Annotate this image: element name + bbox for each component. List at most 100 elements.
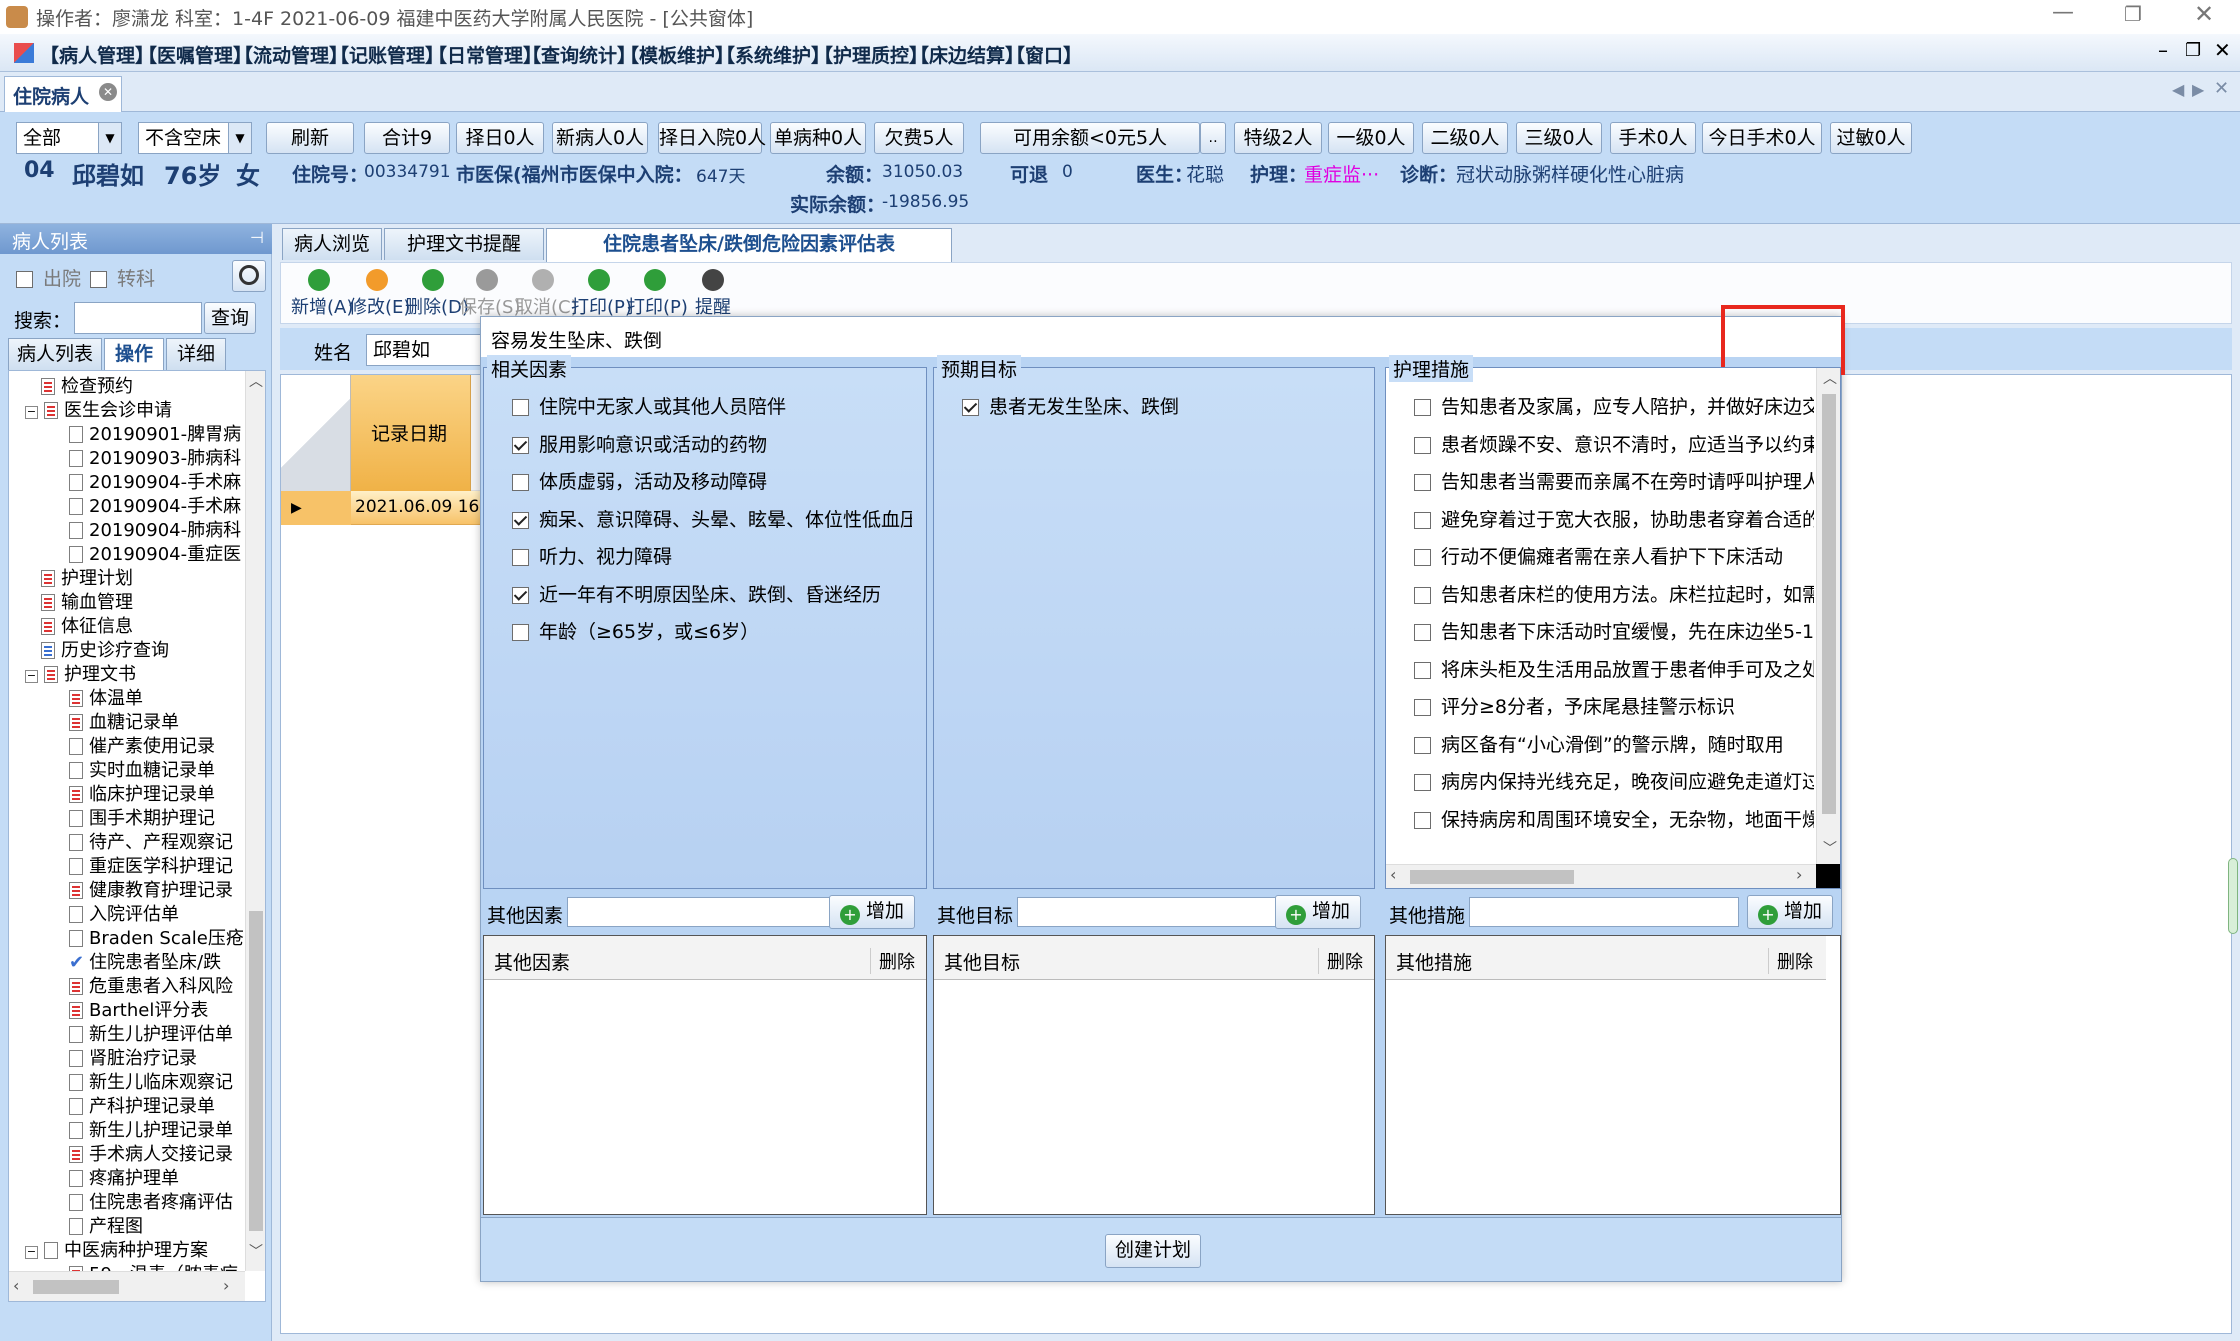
checklist-item[interactable]: 将床头柜及生活用品放置于患者伸手可及之处 — [1414, 655, 1814, 682]
tree-item[interactable]: 健康教育护理记录 — [69, 879, 233, 903]
checklist-item[interactable]: 告知患者当需要而亲属不在旁时请呼叫护理人员 — [1414, 467, 1814, 494]
tree-item[interactable]: 检查预约 — [41, 375, 133, 399]
tree-item[interactable]: 围手术期护理记 — [69, 807, 215, 831]
stat-button[interactable]: 过敏0人 — [1830, 122, 1912, 154]
scroll-right-icon[interactable]: › — [1796, 865, 1802, 884]
tree-item[interactable]: 20190904-肺病科 — [69, 519, 241, 543]
checkbox[interactable] — [962, 399, 979, 416]
tab-prev-icon[interactable]: ◀ — [2172, 80, 2184, 99]
checkbox[interactable] — [512, 436, 529, 454]
tree-item[interactable]: 重症医学科护理记 — [69, 855, 233, 879]
search-button[interactable]: 查询 — [204, 302, 256, 334]
tree-item[interactable]: 临床护理记录单 — [69, 783, 215, 807]
stat-button[interactable]: 三级0人 — [1516, 122, 1602, 154]
stat-button[interactable]: 今日手术0人 — [1702, 122, 1822, 154]
scroll-down-icon[interactable]: ﹀ — [1823, 838, 1837, 858]
checklist-item[interactable]: 病房内保持光线充足，晚夜间应避免走道灯过暗 — [1414, 767, 1814, 794]
toolbar-button[interactable]: 修改(E) — [349, 269, 410, 319]
tree-item[interactable]: 住院患者疼痛评估 — [69, 1191, 233, 1215]
checklist-item[interactable]: 患者无发生坠床、跌倒 — [962, 392, 1362, 419]
tree-item[interactable]: − 医生会诊申请 — [25, 399, 172, 423]
stat-button[interactable]: 欠费5人 — [874, 122, 964, 154]
tree-item[interactable]: ✔ 住院患者坠床/跌 — [69, 951, 221, 975]
mdi-minimize-icon[interactable]: – — [2158, 38, 2168, 62]
tab-inpatients[interactable]: 住院病人 ✕ — [4, 76, 122, 112]
tree-vscroll[interactable]: ︿ ﹀ — [245, 371, 265, 1271]
menu-item[interactable]: 【系统维护】 — [716, 41, 830, 68]
checklist-item[interactable]: 听力、视力障碍 — [512, 542, 912, 569]
scroll-right-icon[interactable]: › — [223, 1276, 229, 1295]
measures-vscroll[interactable]: ︿ ﹀ — [1816, 368, 1840, 864]
tree-item[interactable]: 20190901-脾胃病 — [69, 423, 241, 447]
toolbar-button[interactable]: 提醒 — [685, 269, 741, 319]
measures-vscroll-thumb[interactable] — [1822, 394, 1836, 814]
other-goals-input[interactable] — [1017, 897, 1281, 927]
tab-next-icon[interactable]: ▶ — [2192, 80, 2204, 99]
name-input[interactable]: 邱碧如 — [366, 334, 486, 366]
stat-button[interactable]: 新病人0人 — [552, 122, 648, 154]
tree-expand-icon[interactable]: − — [25, 1246, 38, 1259]
scroll-down-icon[interactable]: ﹀ — [249, 1241, 263, 1261]
tree-item[interactable]: 体征信息 — [41, 615, 133, 639]
checklist-item[interactable]: 年龄（≥65岁，或≤6岁） — [512, 617, 912, 644]
restore-icon[interactable]: ❐ — [2124, 2, 2142, 26]
checkbox[interactable] — [512, 399, 529, 416]
tab-fall-risk-assessment[interactable]: 住院患者坠床/跌倒危险因素评估表 — [546, 228, 952, 262]
tab-strip-close-icon[interactable]: ✕ — [2214, 78, 2229, 99]
tree-item[interactable]: Braden Scale压疮 — [69, 927, 244, 951]
tree-item[interactable]: − 护理文书 — [25, 663, 136, 687]
splitter-handle[interactable] — [2228, 858, 2238, 934]
checklist-item[interactable]: 近一年有不明原因坠床、跌倒、昏迷经历 — [512, 580, 912, 607]
tree-item[interactable]: 历史诊疗查询 — [41, 639, 169, 663]
bed-filter-select[interactable]: 不含空床 ▼ — [138, 122, 252, 154]
scroll-left-icon[interactable]: ‹ — [13, 1276, 19, 1295]
left-search-toggle[interactable] — [232, 260, 266, 292]
tree-item[interactable]: 实时血糖记录单 — [69, 759, 215, 783]
add-measure-button[interactable]: + 增加 — [1747, 895, 1833, 929]
tree-item[interactable]: 新生儿护理记录单 — [69, 1119, 233, 1143]
checklist-item[interactable]: 评分≥8分者，予床尾悬挂警示标识 — [1414, 692, 1814, 719]
menu-item[interactable]: 【窗口】 — [1006, 41, 1082, 68]
tree-item[interactable]: 疼痛护理单 — [69, 1167, 179, 1191]
mdi-restore-icon[interactable]: ❐ — [2185, 40, 2201, 61]
more-button[interactable]: ‥ — [1200, 122, 1226, 154]
checklist-item[interactable]: 住院中无家人或其他人员陪伴 — [512, 392, 912, 419]
tree-vscroll-thumb[interactable] — [249, 911, 263, 1231]
other-factors-input[interactable] — [567, 897, 837, 927]
pin-icon[interactable]: ⊣ — [250, 228, 264, 247]
transfer-checkbox[interactable]: 转科 — [90, 264, 155, 291]
stat-button[interactable]: 合计9 — [364, 122, 450, 154]
tree-item[interactable]: 体温单 — [69, 687, 143, 711]
tab-nursing-reminder[interactable]: 护理文书提醒 — [384, 228, 544, 260]
tree-item[interactable]: 20190904-手术麻 — [69, 495, 241, 519]
scroll-up-icon[interactable]: ︿ — [1823, 368, 1837, 388]
tree-item[interactable]: 血糖记录单 — [69, 711, 179, 735]
tree-item[interactable]: 20190904-重症医 — [69, 543, 241, 567]
stat-button[interactable]: 刷新 — [266, 122, 354, 154]
stat-button[interactable]: 单病种0人 — [770, 122, 866, 154]
tree-item[interactable]: 产科护理记录单 — [69, 1095, 215, 1119]
tree-expand-icon[interactable]: − — [25, 670, 38, 683]
checkbox[interactable] — [1414, 699, 1431, 716]
stat-button[interactable]: 择日入院0人 — [658, 122, 766, 154]
tree-hscroll[interactable]: ‹ › — [9, 1271, 245, 1301]
checkbox[interactable] — [1414, 661, 1431, 679]
tree-item[interactable]: 危重患者入科风险 — [69, 975, 233, 999]
tree-item[interactable]: 新生儿临床观察记 — [69, 1071, 233, 1095]
menu-item[interactable]: 【病人管理】 — [40, 41, 154, 68]
checkbox[interactable] — [1414, 549, 1431, 566]
stat-button[interactable]: 二级0人 — [1422, 122, 1508, 154]
add-factor-button[interactable]: + 增加 — [829, 895, 915, 929]
tab-close-icon[interactable]: ✕ — [99, 83, 117, 101]
tree-item[interactable]: 入院评估单 — [69, 903, 179, 927]
checklist-item[interactable]: 保持病房和周围环境安全，无杂物，地面干燥避 — [1414, 805, 1814, 832]
menu-app-icon[interactable] — [14, 43, 34, 63]
checkbox[interactable] — [1414, 436, 1431, 454]
checkbox[interactable] — [512, 586, 529, 604]
other-measures-input[interactable] — [1469, 897, 1739, 927]
search-input[interactable] — [74, 302, 202, 334]
checklist-item[interactable]: 病区备有“小心滑倒”的警示牌，随时取用 — [1414, 730, 1814, 757]
checkbox[interactable] — [1414, 511, 1431, 529]
checkbox[interactable] — [1414, 624, 1431, 641]
checklist-item[interactable]: 服用影响意识或活动的药物 — [512, 430, 912, 457]
